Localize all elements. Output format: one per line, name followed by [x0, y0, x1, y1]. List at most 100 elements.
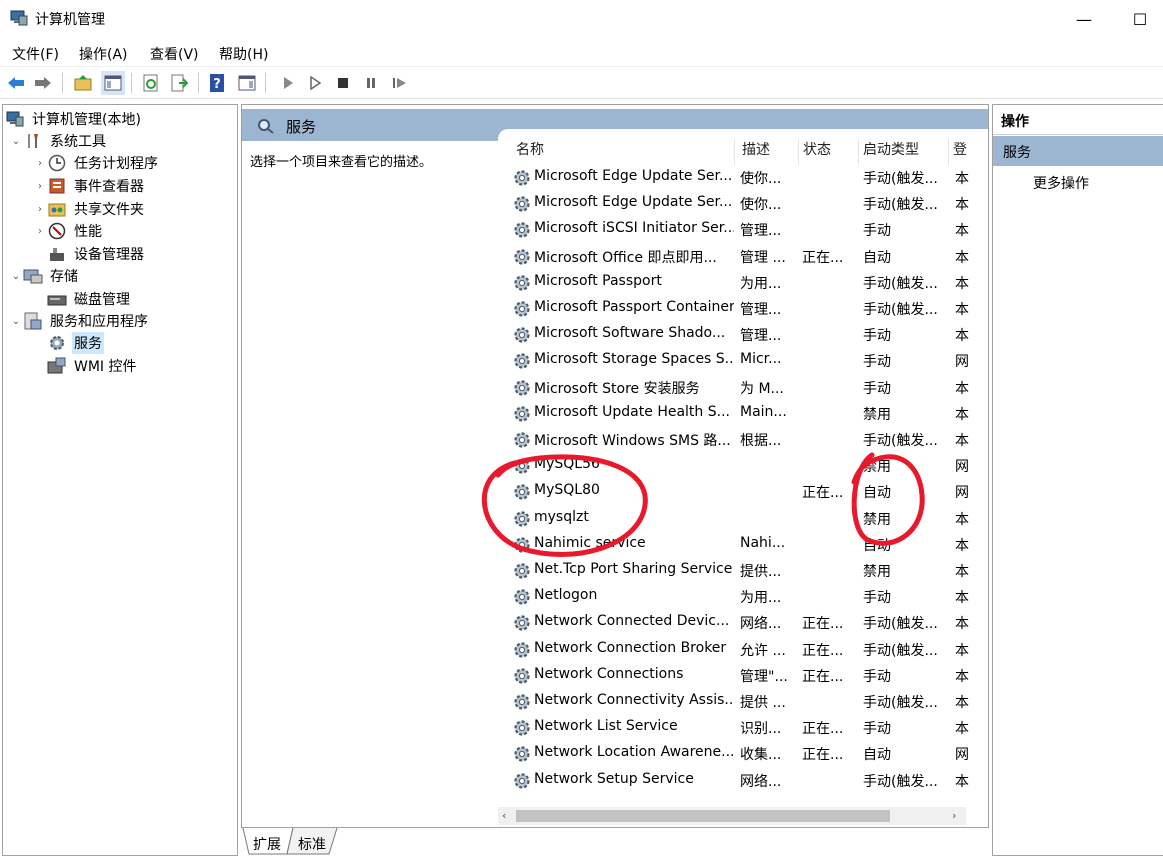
tree-item-label: 存储: [50, 269, 78, 285]
toolbar-separator: [198, 73, 199, 93]
chevron-down-icon[interactable]: ⌄: [9, 136, 23, 147]
table-row[interactable]: Microsoft Windows SMS 路... 根据... 手动(触发... 本: [512, 427, 972, 453]
gear-icon: [512, 718, 532, 738]
tree-item-device-manager[interactable]: 设备管理器: [47, 243, 146, 265]
chevron-down-icon[interactable]: ⌄: [9, 316, 23, 327]
service-name: Microsoft Windows SMS 路...: [534, 433, 731, 449]
scroll-left-icon[interactable]: ‹: [502, 809, 506, 822]
forward-arrow-icon[interactable]: [31, 71, 55, 95]
tree-item-wmi-control[interactable]: WMI 控件: [47, 355, 139, 377]
actions-services-group[interactable]: 服务: [993, 136, 1163, 166]
stop-service-icon[interactable]: [331, 71, 355, 95]
table-row[interactable]: MySQL56 禁用 网: [512, 453, 972, 479]
chevron-down-icon[interactable]: ⌄: [9, 271, 23, 282]
gear-icon: [512, 771, 532, 791]
tree-item-task-scheduler[interactable]: › 任务计划程序: [33, 152, 160, 174]
table-row[interactable]: Network Connection Broker 允许 ... 正在... 手动(触…: [512, 637, 972, 663]
restart-service-icon[interactable]: [388, 71, 412, 95]
gear-icon: [512, 692, 532, 712]
tab-extended[interactable]: 扩展: [247, 830, 287, 856]
services-list[interactable]: ^ 名称 描述 状态 启动类型 登 Microsoft Edge Update …: [498, 129, 988, 827]
tree-item-performance[interactable]: › 性能: [33, 220, 104, 242]
service-name: Microsoft Update Health S...: [534, 403, 730, 420]
column-startup-type[interactable]: 启动类型: [859, 139, 949, 165]
tree-item-system-tools[interactable]: ⌄ 系统工具: [9, 130, 108, 152]
gear-icon: [512, 613, 532, 633]
table-row[interactable]: Network Connectivity Assis... 提供 ... 手动(触发…: [512, 689, 972, 715]
tree-item-shared-folders[interactable]: › 共享文件夹: [33, 198, 146, 220]
horizontal-scroll-thumb[interactable]: [516, 810, 890, 822]
table-row[interactable]: Microsoft Update Health S... Main... 禁用 本: [512, 401, 972, 427]
tree-item-services-and-applications[interactable]: ⌄ 服务和应用程序: [9, 310, 150, 332]
start-service-icon[interactable]: [276, 71, 300, 95]
horizontal-scrollbar[interactable]: ‹ ›: [498, 807, 966, 825]
service-name: Microsoft Storage Spaces S...: [534, 351, 734, 368]
table-row[interactable]: Microsoft Store 安装服务 为 M... 手动 本: [512, 375, 972, 401]
table-row[interactable]: Nahimic service Nahi... 自动 本: [512, 532, 972, 558]
table-row[interactable]: mysqlzt 禁用 本: [512, 506, 972, 532]
console-tree: 计算机管理(本地) ⌄ 系统工具 › 任务计划程序 › 事件查看器 › 共享文件…: [2, 104, 238, 856]
chevron-right-icon[interactable]: ›: [33, 158, 47, 169]
up-folder-icon[interactable]: [71, 71, 95, 95]
table-row[interactable]: Microsoft Storage Spaces S... Micr... 手动 网: [512, 348, 972, 374]
service-status: 正在...: [802, 485, 844, 502]
maximize-button[interactable]: ☐: [1117, 0, 1163, 38]
scroll-right-icon[interactable]: ›: [952, 809, 956, 822]
service-logon: 本: [955, 433, 969, 449]
menu-file[interactable]: 文件(F): [12, 44, 59, 64]
table-row[interactable]: Microsoft Edge Update Ser... 使你... 手动(触发..…: [512, 165, 972, 191]
tree-item-services[interactable]: 服务: [47, 332, 104, 354]
column-description[interactable]: 描述: [738, 139, 799, 165]
chevron-right-icon[interactable]: ›: [33, 226, 47, 237]
service-description: Main...: [740, 403, 787, 420]
tree-item-event-viewer[interactable]: › 事件查看器: [33, 175, 146, 197]
menu-action[interactable]: 操作(A): [79, 44, 128, 64]
column-logon[interactable]: 登: [949, 139, 969, 165]
chevron-right-icon[interactable]: ›: [33, 181, 47, 192]
help-icon[interactable]: ?: [205, 71, 229, 95]
tree-item-disk-management[interactable]: 磁盘管理: [47, 288, 132, 310]
menu-help[interactable]: 帮助(H): [219, 44, 268, 64]
table-row[interactable]: Network Setup Service 网络... 手动(触发... 本: [512, 768, 972, 794]
tree-item-computer-management[interactable]: 计算机管理(本地): [5, 108, 143, 130]
service-description: 为 M...: [740, 380, 784, 397]
tab-standard[interactable]: 标准: [292, 830, 332, 856]
show-hide-action-pane-icon[interactable]: [235, 71, 259, 95]
tree-item-label: 任务计划程序: [74, 156, 158, 172]
table-row[interactable]: Microsoft Passport Container 管理... 手动(触发..…: [512, 296, 972, 322]
show-hide-console-tree-icon[interactable]: [101, 71, 125, 95]
table-row[interactable]: Network Location Awarene... 收集... 正在... 自动 网: [512, 741, 972, 767]
service-description: Micr...: [740, 351, 782, 368]
gear-icon: [512, 535, 532, 555]
back-arrow-icon[interactable]: [4, 71, 28, 95]
event-viewer-icon: [47, 177, 67, 195]
table-row[interactable]: Network List Service 识别... 正在... 手动 本: [512, 715, 972, 741]
export-list-icon[interactable]: [167, 71, 191, 95]
title-bar: 计算机管理 — ☐: [0, 0, 1163, 38]
table-row[interactable]: Netlogon 为用... 手动 本: [512, 584, 972, 610]
table-row[interactable]: MySQL80 正在... 自动 网: [512, 479, 972, 505]
tree-item-storage[interactable]: ⌄ 存储: [9, 265, 80, 287]
table-row[interactable]: Net.Tcp Port Sharing Service 提供... 禁用 本: [512, 558, 972, 584]
computer-management-icon: [5, 110, 25, 128]
table-row[interactable]: Microsoft Software Shado... 管理... 手动 本: [512, 322, 972, 348]
table-row[interactable]: Network Connections 管理"... 正在... 手动 本: [512, 663, 972, 689]
gear-icon: [512, 456, 532, 476]
start-service-alt-icon[interactable]: [303, 71, 327, 95]
refresh-icon[interactable]: [139, 71, 163, 95]
table-row[interactable]: Microsoft iSCSI Initiator Ser... 管理... 手动 本: [512, 217, 972, 243]
table-row[interactable]: Microsoft Edge Update Ser... 使你... 手动(触发..…: [512, 191, 972, 217]
pause-service-icon[interactable]: [359, 71, 383, 95]
menu-view[interactable]: 查看(V): [150, 44, 199, 64]
column-status[interactable]: 状态: [799, 139, 859, 165]
table-row[interactable]: Microsoft Office 即点即用... 管理 ... 正在... 自动 本: [512, 244, 972, 270]
service-description: 为用...: [740, 275, 782, 292]
table-row[interactable]: Network Connected Devic... 网络... 正在... 手动(触…: [512, 610, 972, 636]
description-text: 选择一个项目来查看它的描述。: [250, 155, 433, 170]
table-row[interactable]: Microsoft Passport 为用... 手动(触发... 本: [512, 270, 972, 296]
service-startup-type: 手动(触发...: [863, 433, 938, 449]
more-actions-link[interactable]: 更多操作: [1033, 173, 1089, 193]
minimize-button[interactable]: —: [1061, 0, 1107, 38]
column-name[interactable]: 名称: [512, 139, 735, 165]
chevron-right-icon[interactable]: ›: [33, 204, 47, 215]
